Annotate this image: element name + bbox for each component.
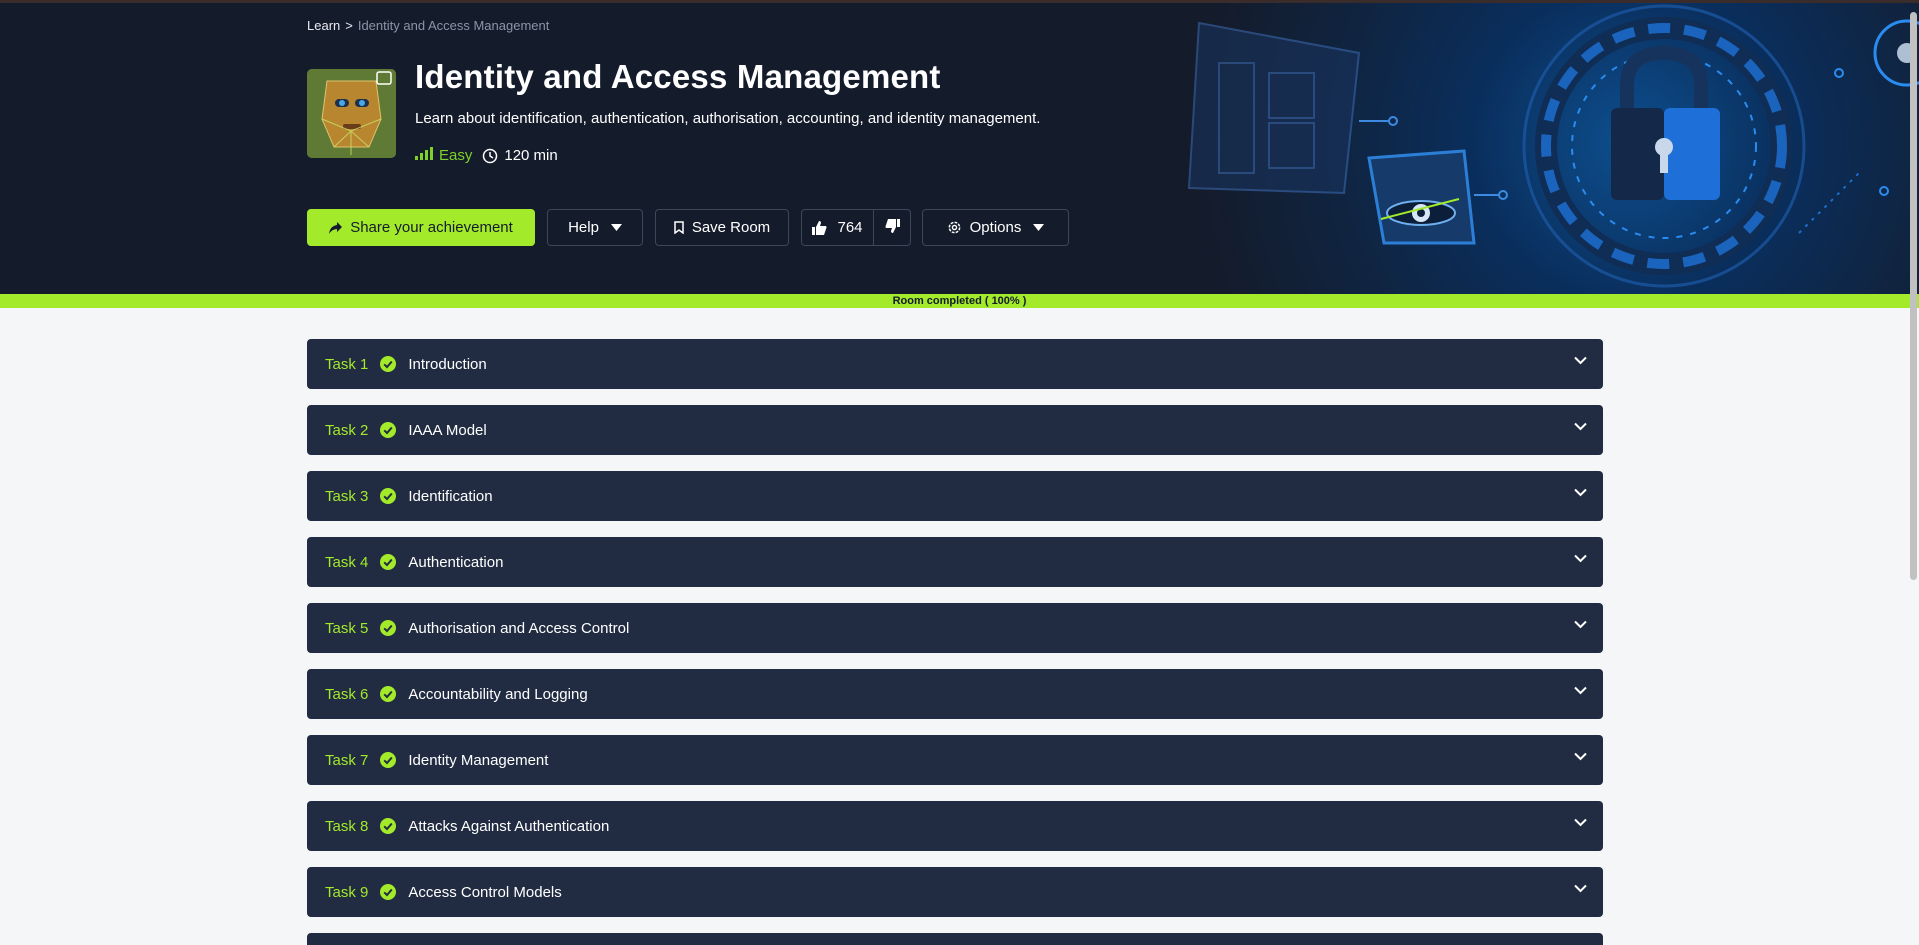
scrollbar-thumb[interactable] bbox=[1910, 12, 1917, 580]
clock-icon bbox=[482, 148, 498, 164]
like-count: 764 bbox=[837, 219, 863, 236]
task-number: Task 2 bbox=[325, 421, 369, 439]
share-achievement-label: Share your achievement bbox=[350, 219, 513, 236]
check-circle-icon bbox=[380, 884, 397, 900]
help-dropdown-button[interactable]: Help bbox=[547, 209, 643, 246]
check-circle-icon bbox=[380, 554, 397, 570]
help-label: Help bbox=[568, 219, 599, 236]
like-button[interactable]: 764 bbox=[802, 210, 874, 245]
task-number: Task 3 bbox=[325, 487, 369, 505]
task-row[interactable]: Task 1 Introduction bbox=[307, 339, 1603, 389]
check-circle-icon bbox=[380, 356, 397, 372]
task-number: Task 4 bbox=[325, 553, 369, 571]
breadcrumb-root[interactable]: Learn bbox=[307, 18, 340, 33]
task-row[interactable]: Task 4 Authentication bbox=[307, 537, 1603, 587]
task-row[interactable]: Task 7 Identity Management bbox=[307, 735, 1603, 785]
room-icon bbox=[307, 69, 396, 158]
difficulty-signal-icon bbox=[415, 146, 433, 165]
task-title: Introduction bbox=[408, 355, 487, 373]
check-circle-icon bbox=[380, 686, 397, 702]
padlock-illustration bbox=[1187, 4, 1919, 288]
chevron-down-icon[interactable] bbox=[1574, 884, 1587, 893]
breadcrumb-separator: > bbox=[345, 18, 353, 33]
task-row[interactable]: Task 3 Identification bbox=[307, 471, 1603, 521]
check-circle-icon bbox=[380, 818, 397, 834]
task-title: Authentication bbox=[408, 553, 504, 571]
share-achievement-button[interactable]: Share your achievement bbox=[307, 209, 535, 246]
task-row[interactable]: Task 8 Attacks Against Authentication bbox=[307, 801, 1603, 851]
chevron-down-icon[interactable] bbox=[1574, 356, 1587, 365]
task-title: Identity Management bbox=[408, 751, 549, 769]
bookmark-icon bbox=[674, 221, 684, 234]
room-title: Identity and Access Management bbox=[415, 58, 941, 95]
difficulty-label: Easy bbox=[439, 147, 473, 164]
room-description: Learn about identification, authenticati… bbox=[415, 110, 1041, 127]
task-title: Attacks Against Authentication bbox=[408, 817, 610, 835]
check-circle-icon bbox=[380, 422, 397, 438]
task-title: IAAA Model bbox=[408, 421, 487, 439]
task-number: Task 6 bbox=[325, 685, 369, 703]
duration-label: 120 min bbox=[504, 147, 558, 164]
check-circle-icon bbox=[380, 752, 397, 768]
share-icon bbox=[329, 221, 343, 234]
hero-illustration bbox=[1159, 3, 1919, 294]
caret-down-icon bbox=[610, 224, 622, 231]
breadcrumb-current: Identity and Access Management bbox=[357, 18, 550, 33]
task-title: Identification bbox=[408, 487, 493, 505]
task-number: Task 9 bbox=[325, 883, 369, 901]
task-title: Authorisation and Access Control bbox=[408, 619, 630, 637]
gear-icon bbox=[947, 220, 962, 235]
check-circle-icon bbox=[380, 488, 397, 504]
breadcrumb: Learn > Identity and Access Management bbox=[307, 18, 549, 33]
task-row[interactable]: Task 9 Access Control Models bbox=[307, 867, 1603, 917]
face-scan-avatar-icon bbox=[307, 69, 396, 158]
chevron-down-icon[interactable] bbox=[1574, 686, 1587, 695]
room-header: Learn > Identity and Access Management Ide… bbox=[0, 3, 1919, 294]
chevron-down-icon[interactable] bbox=[1574, 488, 1587, 497]
vote-buttons: 764 bbox=[801, 209, 911, 246]
task-number: Task 7 bbox=[325, 751, 369, 769]
caret-down-icon bbox=[1033, 224, 1045, 231]
chevron-down-icon[interactable] bbox=[1574, 752, 1587, 761]
task-number: Task 1 bbox=[325, 355, 369, 373]
room-progress-bar: Room completed ( 100% ) bbox=[0, 294, 1919, 308]
task-number: Task 8 bbox=[325, 817, 369, 835]
options-label: Options bbox=[969, 219, 1022, 236]
task-title: Access Control Models bbox=[408, 883, 562, 901]
save-room-label: Save Room bbox=[691, 219, 771, 236]
page-scrollbar[interactable] bbox=[1908, 0, 1919, 945]
chevron-down-icon[interactable] bbox=[1574, 554, 1587, 563]
task-row[interactable]: Task 5 Authorisation and Access Control bbox=[307, 603, 1603, 653]
task-row[interactable]: Task 6 Accountability and Logging bbox=[307, 669, 1603, 719]
thumbs-up-icon bbox=[812, 220, 827, 235]
chevron-down-icon[interactable] bbox=[1574, 422, 1587, 431]
thumbs-down-icon bbox=[885, 218, 900, 237]
room-meta: Easy 120 min bbox=[415, 146, 558, 165]
task-number: Task 5 bbox=[325, 619, 369, 637]
check-circle-icon bbox=[380, 620, 397, 636]
room-progress-label: Room completed ( 100% ) bbox=[892, 295, 1027, 307]
chevron-down-icon[interactable] bbox=[1574, 620, 1587, 629]
task-row-partial[interactable] bbox=[307, 933, 1603, 945]
chevron-down-icon[interactable] bbox=[1574, 818, 1587, 827]
task-row[interactable]: Task 2 IAAA Model bbox=[307, 405, 1603, 455]
options-dropdown-button[interactable]: Options bbox=[922, 209, 1069, 246]
dislike-button[interactable] bbox=[874, 210, 910, 245]
save-room-button[interactable]: Save Room bbox=[655, 209, 789, 246]
task-title: Accountability and Logging bbox=[408, 685, 588, 703]
